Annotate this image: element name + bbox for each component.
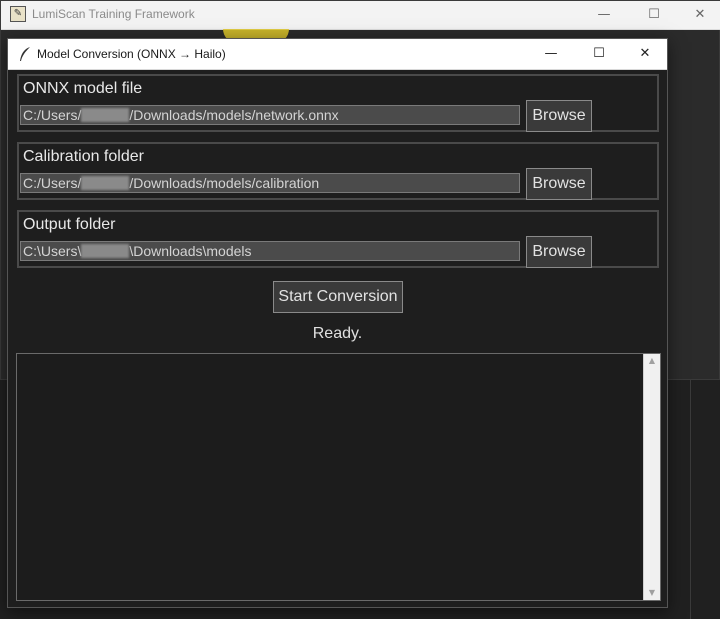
calibration-folder-group: Calibration folder C:/Users/ /Downloads/m… — [17, 142, 659, 200]
app-icon: ✎ — [10, 6, 26, 22]
output-browse-button[interactable]: Browse — [526, 236, 592, 268]
dialog-titlebar[interactable]: Model Conversion (ONNX → Hailo) — ☐ ✕ — [8, 39, 667, 70]
calibration-folder-path-input[interactable]: C:/Users/ /Downloads/models/calibration — [20, 173, 520, 193]
log-output-area[interactable]: ▲ ▼ — [16, 353, 661, 601]
redacted-username — [81, 244, 130, 258]
dialog-title: Model Conversion (ONNX → Hailo) — [37, 47, 226, 61]
output-folder-label: Output folder — [23, 216, 116, 233]
background-window-title: LumiScan Training Framework — [32, 7, 195, 21]
onnx-model-label: ONNX model file — [23, 80, 143, 97]
output-path-suffix: \Downloads\models — [129, 243, 252, 259]
onnx-path-prefix: C:/Users/ — [23, 107, 82, 123]
output-path-prefix: C:\Users\ — [23, 243, 82, 259]
scroll-up-arrow-icon[interactable]: ▲ — [644, 354, 660, 368]
calibration-browse-button[interactable]: Browse — [526, 168, 592, 200]
onnx-model-group: ONNX model file C:/Users/ /Downloads/mode… — [17, 74, 659, 132]
status-label: Ready. — [312, 325, 363, 342]
calibration-folder-label: Calibration folder — [23, 148, 144, 165]
output-folder-group: Output folder C:\Users\ \Downloads\models… — [17, 210, 659, 268]
dialog-maximize-button[interactable]: ☐ — [576, 40, 622, 68]
background-divider — [690, 380, 691, 619]
scroll-down-arrow-icon[interactable]: ▼ — [644, 586, 660, 600]
output-folder-path-input[interactable]: C:\Users\ \Downloads\models — [20, 241, 520, 261]
redacted-username — [81, 176, 130, 190]
calibration-path-prefix: C:/Users/ — [23, 175, 82, 191]
background-maximize-button[interactable]: ☐ — [631, 1, 677, 29]
background-close-button[interactable]: ✕ — [677, 1, 720, 29]
onnx-model-path-input[interactable]: C:/Users/ /Downloads/models/network.onnx — [20, 105, 520, 125]
dialog-minimize-button[interactable]: — — [528, 40, 574, 68]
calibration-path-suffix: /Downloads/models/calibration — [129, 175, 320, 191]
start-conversion-button[interactable]: Start Conversion — [273, 281, 403, 313]
model-conversion-dialog: Model Conversion (ONNX → Hailo) — ☐ ✕ ON… — [7, 38, 668, 608]
redacted-username — [81, 108, 130, 122]
onnx-browse-button[interactable]: Browse — [526, 100, 592, 132]
background-minimize-button[interactable]: — — [581, 1, 627, 29]
background-window-titlebar[interactable]: ✎ LumiScan Training Framework — ☐ ✕ — [1, 1, 720, 30]
dialog-close-button[interactable]: ✕ — [622, 40, 668, 68]
onnx-path-suffix: /Downloads/models/network.onnx — [129, 107, 339, 123]
feather-icon — [20, 47, 30, 61]
log-scrollbar[interactable]: ▲ ▼ — [643, 354, 660, 600]
